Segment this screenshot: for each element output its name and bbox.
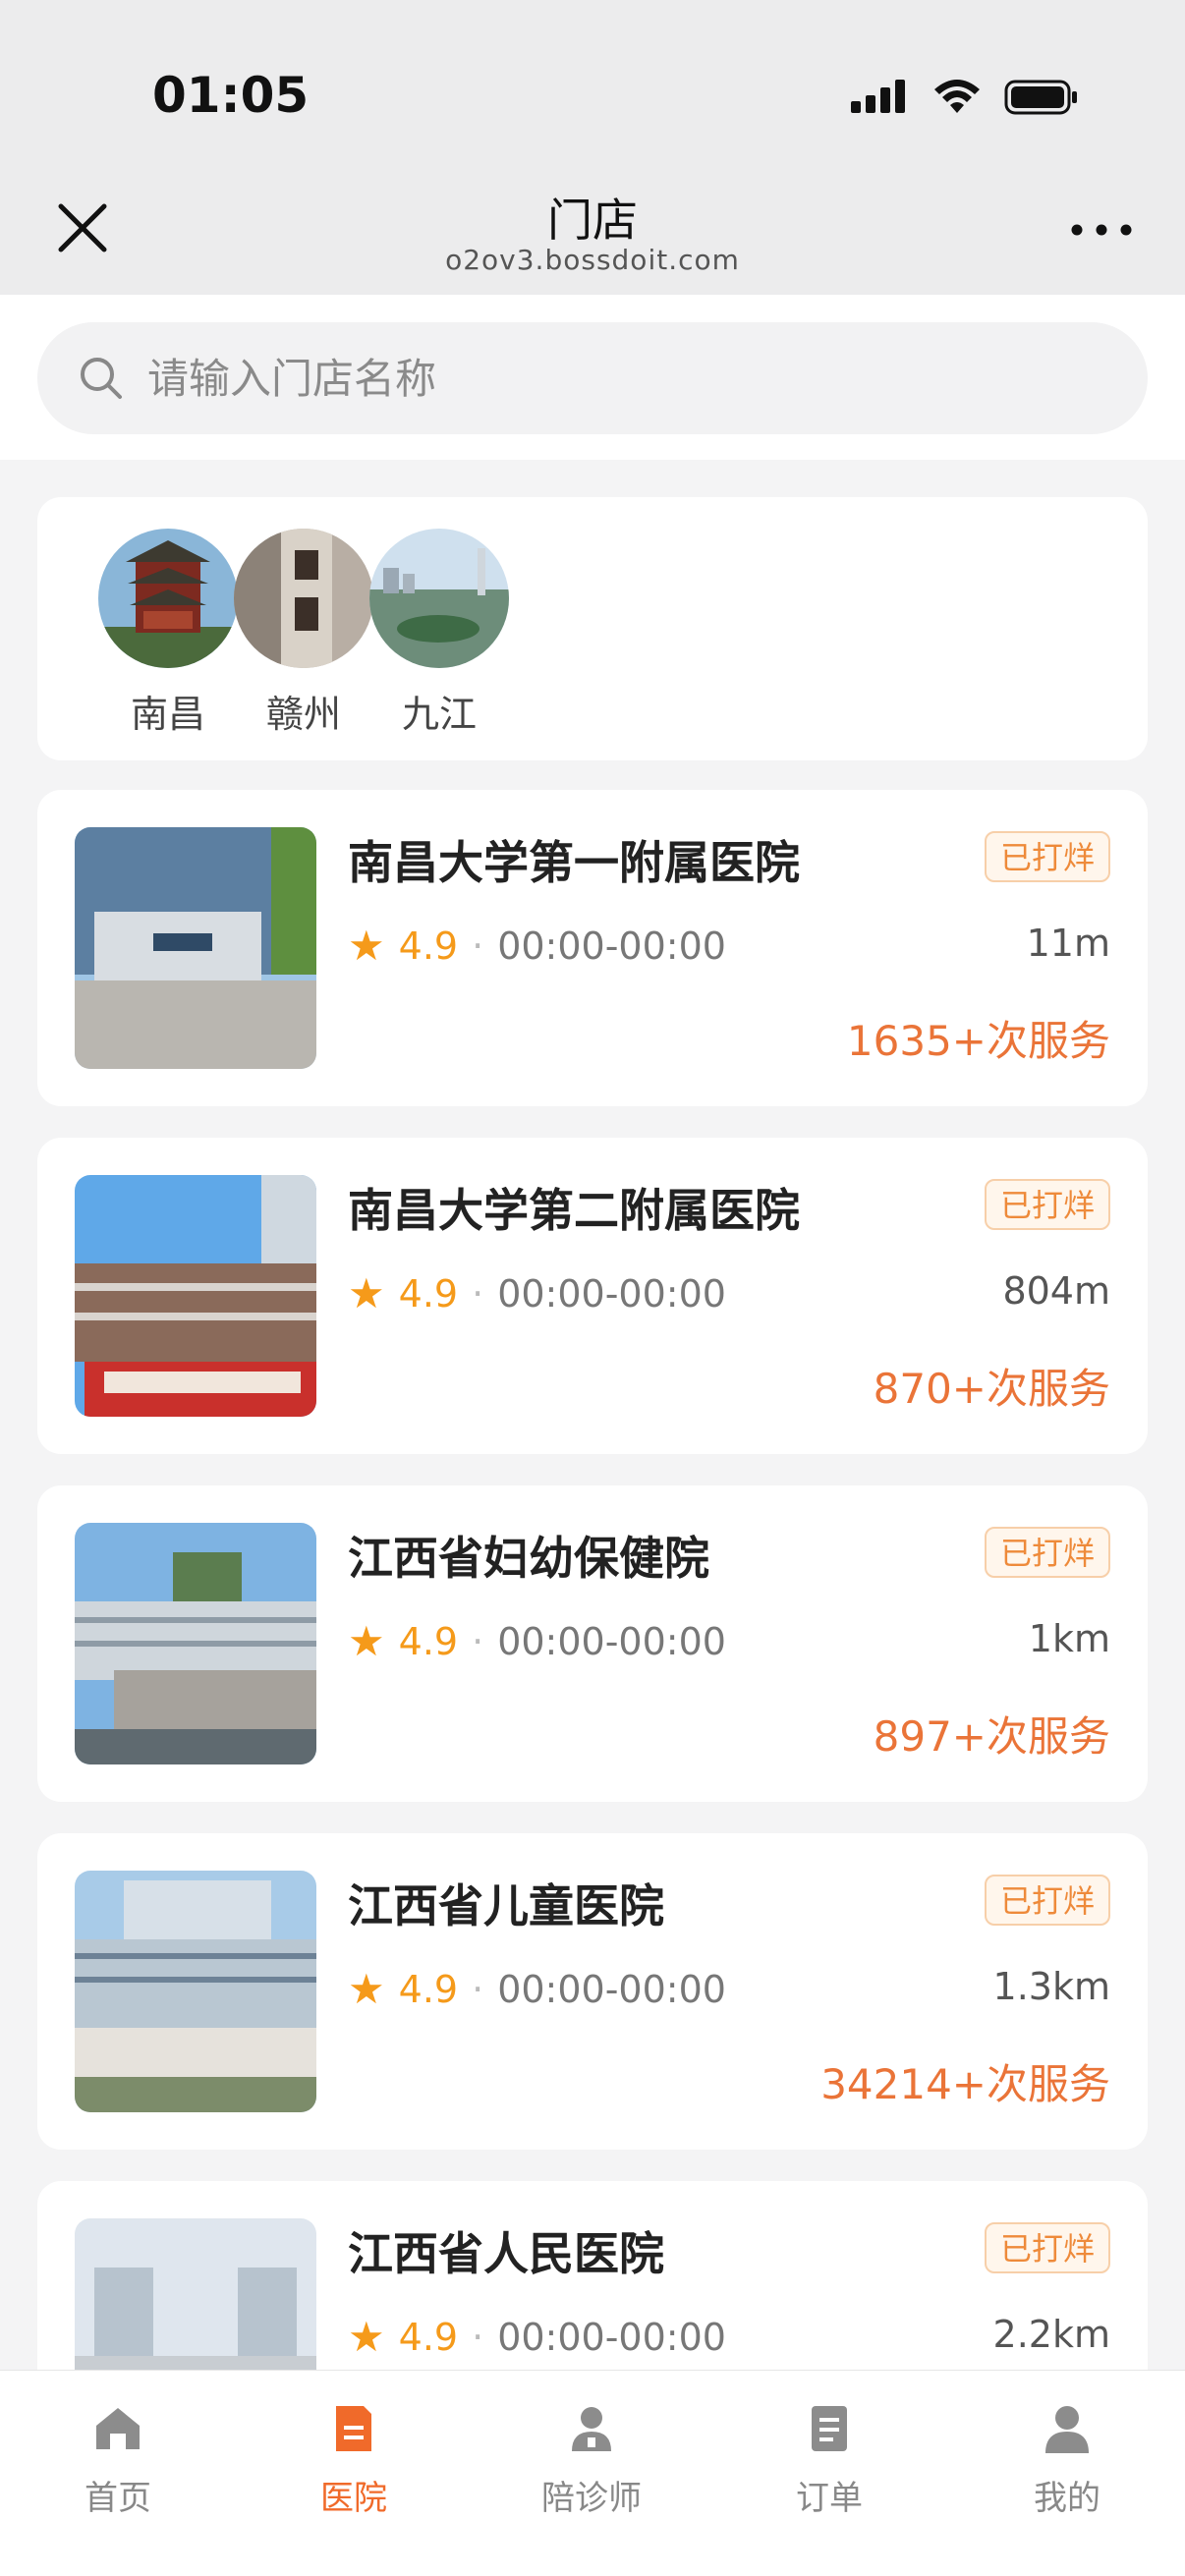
- separator-dot: ·: [472, 1619, 484, 1663]
- hospital-meta: ★ 4.9 · 00:00-00:00: [348, 2313, 726, 2361]
- separator-dot: ·: [472, 1967, 484, 2011]
- city-image: [369, 529, 509, 668]
- tab-label: 订单: [796, 2479, 863, 2518]
- hospital-rating: 4.9: [398, 2315, 459, 2359]
- hospital-icon: [336, 2406, 371, 2451]
- status-icons: [849, 73, 1079, 122]
- status-badge: 已打烊: [984, 2222, 1110, 2273]
- star-icon: ★: [348, 1617, 385, 1665]
- hospital-served-count: 897+次服务: [873, 1712, 1110, 1761]
- hospital-name: 江西省儿童医院: [348, 1879, 664, 1932]
- search-box[interactable]: [37, 322, 1148, 434]
- hospital-rating: 4.9: [398, 924, 459, 968]
- profile-icon: [1045, 2406, 1089, 2453]
- hospital-hours: 00:00-00:00: [497, 924, 726, 968]
- star-icon: ★: [348, 922, 385, 970]
- tab-profile[interactable]: 我的: [969, 2398, 1165, 2519]
- tab-label: 我的: [1034, 2479, 1100, 2518]
- star-icon: ★: [348, 2313, 385, 2361]
- tab-hospital[interactable]: 医院: [255, 2398, 452, 2519]
- status-badge: 已打烊: [984, 1179, 1110, 1230]
- tab-label: 首页: [85, 2479, 151, 2518]
- hospital-distance: 2.2km: [992, 2313, 1110, 2356]
- hospital-hours: 00:00-00:00: [497, 1271, 726, 1316]
- top-bar: 01:05 门店 o2ov3.bossdoit.com: [0, 0, 1185, 295]
- star-icon: ★: [348, 1965, 385, 2013]
- hospital-card[interactable]: 南昌大学第一附属医院 已打烊 ★ 4.9 · 00:00-00:00 11m 1…: [37, 790, 1148, 1106]
- hospital-name: 江西省人民医院: [348, 2227, 664, 2280]
- home-icon: [96, 2408, 140, 2449]
- tab-label: 陪诊师: [541, 2479, 642, 2518]
- city-name: 南昌: [130, 693, 205, 736]
- hospital-distance: 804m: [1002, 1269, 1110, 1313]
- hospital-served-count: 34214+次服务: [820, 2060, 1110, 2108]
- page-title: 门店: [547, 194, 638, 247]
- city-ganzhou[interactable]: 赣州: [230, 529, 377, 738]
- tab-home[interactable]: 首页: [20, 2398, 216, 2519]
- hospital-image: [75, 1523, 316, 1764]
- separator-dot: ·: [472, 1271, 484, 1316]
- hospital-rating: 4.9: [398, 1619, 459, 1663]
- hospital-rating: 4.9: [398, 1967, 459, 2011]
- city-name: 赣州: [265, 693, 341, 736]
- signal-icon: [851, 80, 905, 113]
- hospital-name: 江西省妇幼保健院: [348, 1532, 709, 1585]
- hospital-meta: ★ 4.9 · 00:00-00:00: [348, 1617, 726, 1665]
- status-badge: 已打烊: [984, 1527, 1110, 1578]
- city-image: [98, 529, 238, 668]
- status-badge: 已打烊: [984, 831, 1110, 882]
- city-selector: 南昌 赣州 九江: [37, 497, 1148, 760]
- star-icon: ★: [348, 1269, 385, 1317]
- escort-icon: [572, 2407, 611, 2451]
- city-image: [234, 529, 373, 668]
- more-icon[interactable]: [1067, 210, 1136, 250]
- hospital-hours: 00:00-00:00: [497, 2315, 726, 2359]
- hospital-image: [75, 827, 316, 1069]
- hospital-card[interactable]: 南昌大学第二附属医院 已打烊 ★ 4.9 · 00:00-00:00 804m …: [37, 1138, 1148, 1454]
- hospital-image: [75, 1871, 316, 2112]
- hospital-distance: 11m: [1026, 922, 1110, 965]
- hospital-hours: 00:00-00:00: [497, 1967, 726, 2011]
- status-time: 01:05: [152, 67, 310, 124]
- search-icon: [81, 358, 122, 399]
- hospital-distance: 1km: [1028, 1617, 1110, 1660]
- hospital-name: 南昌大学第二附属医院: [348, 1184, 800, 1237]
- hospital-meta: ★ 4.9 · 00:00-00:00: [348, 1269, 726, 1317]
- order-icon: [812, 2406, 847, 2451]
- hospital-meta: ★ 4.9 · 00:00-00:00: [348, 1965, 726, 2013]
- page-url: o2ov3.bossdoit.com: [445, 244, 740, 276]
- tab-label: 医院: [320, 2479, 387, 2518]
- tab-orders[interactable]: 订单: [731, 2398, 928, 2519]
- battery-icon: [1004, 80, 1077, 115]
- wifi-icon: [934, 80, 980, 113]
- hospital-served-count: 1635+次服务: [846, 1017, 1110, 1065]
- search-section: [0, 295, 1185, 460]
- hospital-served-count: 870+次服务: [873, 1365, 1110, 1413]
- hospital-card[interactable]: 江西省妇幼保健院 已打烊 ★ 4.9 · 00:00-00:00 1km 897…: [37, 1485, 1148, 1802]
- search-input[interactable]: [147, 354, 1091, 403]
- city-name: 九江: [401, 693, 477, 736]
- tab-escort[interactable]: 陪诊师: [493, 2398, 690, 2519]
- status-badge: 已打烊: [984, 1875, 1110, 1926]
- hospital-distance: 1.3km: [992, 1965, 1110, 2008]
- city-jiujiang[interactable]: 九江: [366, 529, 513, 738]
- hospital-meta: ★ 4.9 · 00:00-00:00: [348, 922, 726, 970]
- hospital-image: [75, 1175, 316, 1417]
- hospital-card[interactable]: 江西省儿童医院 已打烊 ★ 4.9 · 00:00-00:00 1.3km 34…: [37, 1833, 1148, 2150]
- separator-dot: ·: [472, 2315, 484, 2359]
- hospital-name: 南昌大学第一附属医院: [348, 836, 800, 889]
- hospital-hours: 00:00-00:00: [497, 1619, 726, 1663]
- hospital-rating: 4.9: [398, 1271, 459, 1316]
- bottom-tab-bar: 首页 医院 陪诊师 订单 我的: [0, 2370, 1185, 2576]
- city-nanchang[interactable]: 南昌: [94, 529, 242, 738]
- separator-dot: ·: [472, 924, 484, 968]
